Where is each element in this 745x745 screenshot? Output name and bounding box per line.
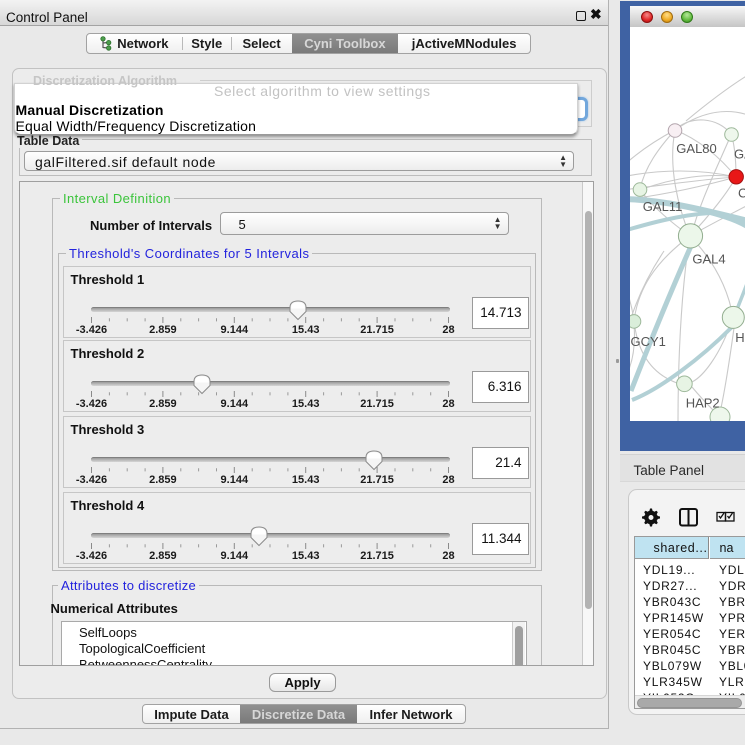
svg-text:GCY1: GCY1	[631, 334, 666, 349]
svg-text:GAL11: GAL11	[643, 199, 683, 214]
svg-text:HAP2: HAP2	[686, 396, 720, 411]
svg-text:H: H	[735, 330, 744, 345]
svg-text:GAL80: GAL80	[676, 141, 716, 156]
svg-text:C: C	[738, 186, 745, 201]
svg-text:GA: GA	[734, 147, 745, 162]
svg-text:GAL4: GAL4	[692, 252, 725, 267]
